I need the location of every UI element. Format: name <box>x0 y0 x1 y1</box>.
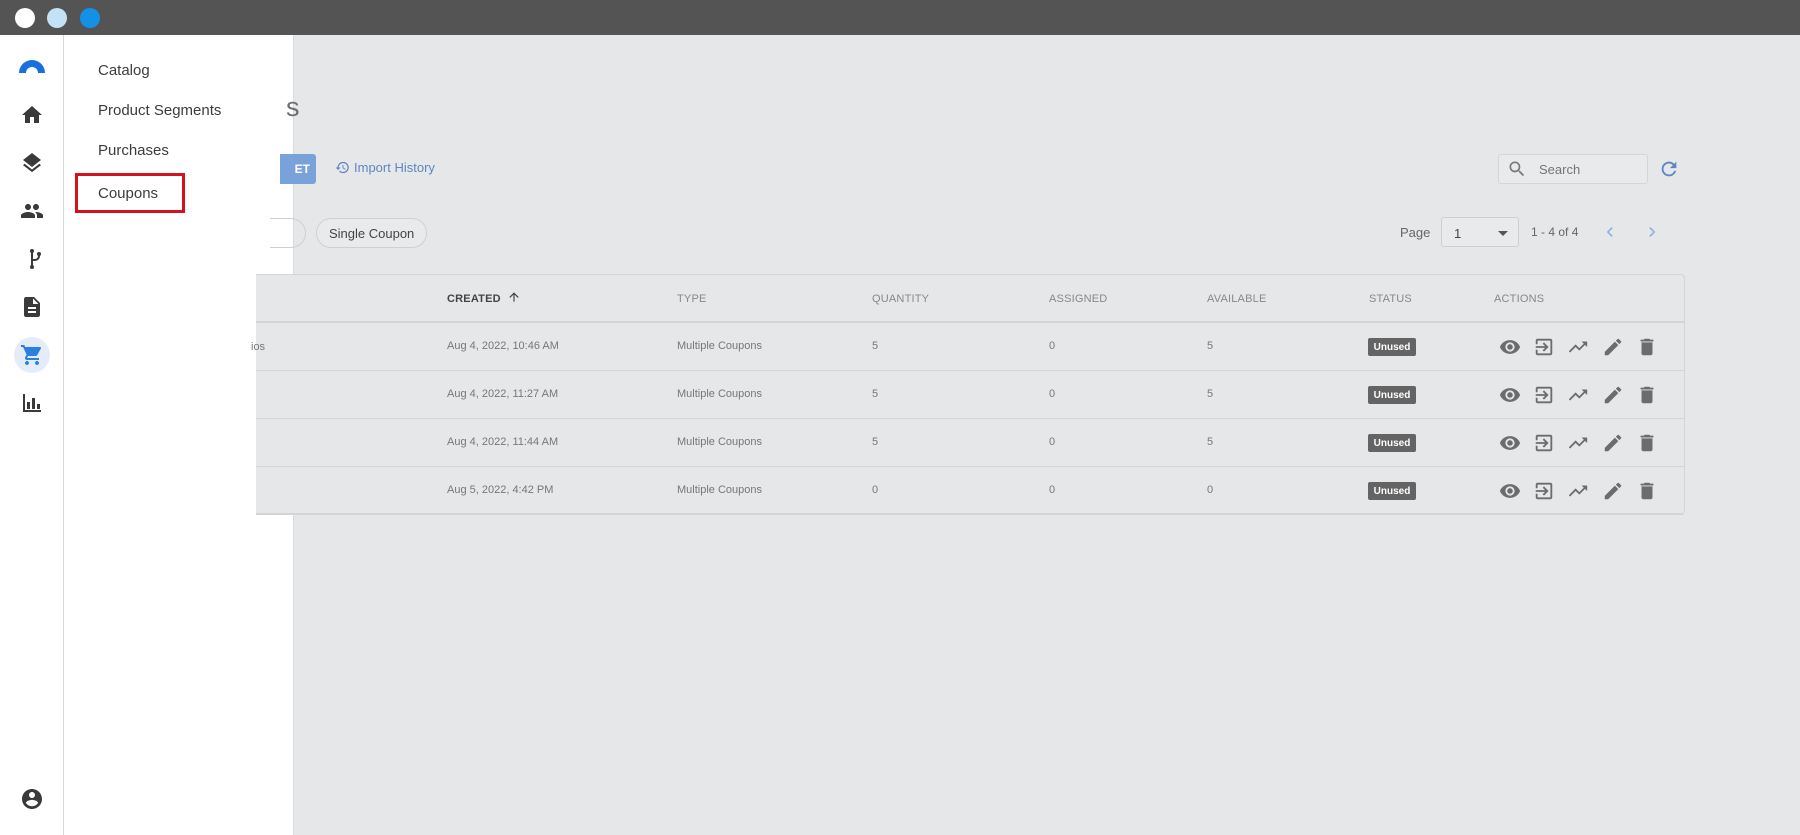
layers-icon[interactable] <box>14 145 50 181</box>
menu-item-product-segments[interactable]: Product Segments <box>98 102 221 119</box>
primary-action-button[interactable]: ET <box>280 154 316 184</box>
cell-assigned: 0 <box>1049 484 1056 496</box>
menu-item-catalog[interactable]: Catalog <box>98 62 150 79</box>
window-maximize-dot[interactable] <box>80 8 100 28</box>
menu-item-purchases[interactable]: Purchases <box>98 142 169 159</box>
bar-chart-icon[interactable] <box>14 385 50 421</box>
import-icon[interactable] <box>1533 384 1555 406</box>
cell-type: Multiple Coupons <box>677 340 762 352</box>
table-row[interactable]: Aug 5, 2022, 4:42 PM Multiple Coupons 0 0 0 U… <box>256 467 1684 515</box>
cell-created: Aug 4, 2022, 11:44 AM <box>447 436 559 448</box>
cell-quantity: 5 <box>872 436 879 448</box>
table-row[interactable]: Aug 4, 2022, 11:27 AM Multiple Coupons 5 0 5… <box>256 371 1684 419</box>
eye-icon[interactable] <box>1499 432 1521 454</box>
cell-available: 5 <box>1207 436 1214 448</box>
header-quantity[interactable]: QUANTITY <box>872 293 929 305</box>
window-close-dot[interactable] <box>15 8 35 28</box>
table-row[interactable]: ios Aug 4, 2022, 10:46 AM Multiple Coupons… <box>251 323 1684 371</box>
icon-rail <box>0 35 64 835</box>
search-input[interactable] <box>1539 161 1639 177</box>
page-title: s <box>286 92 300 122</box>
chevron-right-icon[interactable] <box>1642 222 1662 242</box>
header-available[interactable]: AVAILABLE <box>1207 293 1266 305</box>
search-field[interactable] <box>1498 154 1648 184</box>
table-header: CREATED TYPE QUANTITY ASSIGNED AVAILABLE… <box>256 275 1684 323</box>
import-icon[interactable] <box>1533 480 1555 502</box>
header-created[interactable]: CREATED <box>447 293 501 305</box>
page-select-value: 1 <box>1454 226 1462 241</box>
header-assigned[interactable]: ASSIGNED <box>1049 293 1107 305</box>
cell-quantity: 5 <box>872 388 879 400</box>
cell-assigned: 0 <box>1049 388 1056 400</box>
refresh-icon[interactable] <box>1658 158 1680 180</box>
eye-icon[interactable] <box>1499 384 1521 406</box>
header-status: STATUS <box>1369 293 1412 305</box>
delete-icon[interactable] <box>1636 480 1658 502</box>
page-label: Page <box>1400 225 1431 240</box>
arrow-up-icon[interactable] <box>507 290 521 304</box>
cell-quantity: 5 <box>872 340 879 352</box>
status-badge: Unused <box>1368 338 1416 356</box>
cell-type: Multiple Coupons <box>677 388 762 400</box>
cart-icon[interactable] <box>14 337 50 373</box>
header-type[interactable]: TYPE <box>677 293 707 305</box>
coupons-table: CREATED TYPE QUANTITY ASSIGNED AVAILABLE… <box>251 274 1685 515</box>
account-icon[interactable] <box>14 781 50 817</box>
menu-item-coupons[interactable]: Coupons <box>75 173 185 213</box>
window-minimize-dot[interactable] <box>47 8 67 28</box>
edit-icon[interactable] <box>1602 432 1624 454</box>
status-badge: Unused <box>1368 482 1416 500</box>
trending-up-icon[interactable] <box>1567 432 1589 454</box>
trending-up-icon[interactable] <box>1567 384 1589 406</box>
delete-icon[interactable] <box>1636 384 1658 406</box>
import-icon[interactable] <box>1533 336 1555 358</box>
cell-type: Multiple Coupons <box>677 436 762 448</box>
page-select[interactable]: 1 <box>1441 217 1519 247</box>
delete-icon[interactable] <box>1636 336 1658 358</box>
status-badge: Unused <box>1368 434 1416 452</box>
cell-name: ios <box>251 341 266 353</box>
window-titlebar <box>0 0 1800 35</box>
home-icon[interactable] <box>14 97 50 133</box>
cell-available: 5 <box>1207 340 1214 352</box>
trending-up-icon[interactable] <box>1567 336 1589 358</box>
cell-assigned: 0 <box>1049 340 1056 352</box>
table-row[interactable]: Aug 4, 2022, 11:44 AM Multiple Coupons 5 0 5… <box>256 419 1684 467</box>
caret-down-icon <box>1498 231 1508 236</box>
chevron-left-icon[interactable] <box>1600 222 1620 242</box>
import-history-label: Import History <box>354 160 435 175</box>
cell-quantity: 0 <box>872 484 879 496</box>
status-badge: Unused <box>1368 386 1416 404</box>
eye-icon[interactable] <box>1499 336 1521 358</box>
eye-icon[interactable] <box>1499 480 1521 502</box>
edit-icon[interactable] <box>1602 384 1624 406</box>
cell-created: Aug 5, 2022, 4:42 PM <box>447 484 554 496</box>
branch-icon[interactable] <box>14 241 50 277</box>
edit-icon[interactable] <box>1602 336 1624 358</box>
page-range: 1 - 4 of 4 <box>1531 225 1579 239</box>
import-history-link[interactable]: Import History <box>335 160 435 175</box>
app-logo[interactable] <box>16 55 48 75</box>
cell-created: Aug 4, 2022, 10:46 AM <box>447 340 559 352</box>
cell-available: 5 <box>1207 388 1214 400</box>
trending-up-icon[interactable] <box>1567 480 1589 502</box>
search-icon <box>1509 161 1525 177</box>
people-icon[interactable] <box>14 193 50 229</box>
filter-chip-partial[interactable] <box>270 218 306 248</box>
cell-created: Aug 4, 2022, 11:27 AM <box>447 388 559 400</box>
import-icon[interactable] <box>1533 432 1555 454</box>
cell-type: Multiple Coupons <box>677 484 762 496</box>
document-icon[interactable] <box>14 289 50 325</box>
header-actions: ACTIONS <box>1494 293 1545 305</box>
filter-chip-single-coupon[interactable]: Single Coupon <box>316 218 428 248</box>
history-icon <box>335 161 349 174</box>
edit-icon[interactable] <box>1602 480 1624 502</box>
cell-available: 0 <box>1207 484 1214 496</box>
cell-assigned: 0 <box>1049 436 1056 448</box>
delete-icon[interactable] <box>1636 432 1658 454</box>
